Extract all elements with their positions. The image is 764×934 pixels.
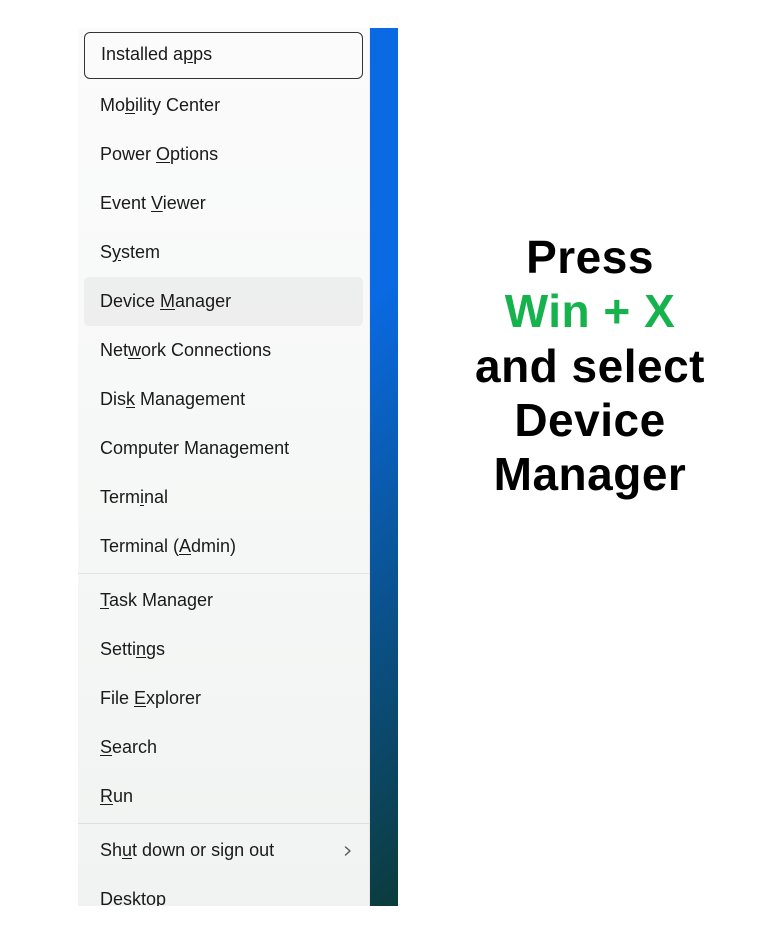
menu-group: Shut down or sign outDesktop (78, 824, 369, 906)
caption-shortcut: Win + X (505, 285, 676, 337)
instruction-caption: Press Win + X and select Device Manager (430, 230, 750, 501)
mnemonic-underline: n (136, 639, 146, 659)
mnemonic-underline: R (100, 786, 113, 806)
menu-item-search[interactable]: Search (78, 723, 369, 772)
desktop-background: Installed appsMobility CenterPower Optio… (78, 28, 398, 906)
mnemonic-underline: p (183, 44, 193, 64)
mnemonic-underline: D (100, 889, 113, 906)
menu-item-power-options[interactable]: Power Options (78, 130, 369, 179)
menu-item-terminal-admin[interactable]: Terminal (Admin) (78, 522, 369, 571)
mnemonic-underline: A (179, 536, 191, 556)
caption-line: and select Device Manager (475, 340, 705, 501)
caption-line: Press (526, 231, 654, 283)
chevron-right-icon (343, 846, 353, 856)
menu-item-device-manager[interactable]: Device Manager (84, 277, 363, 326)
menu-item-settings[interactable]: Settings (78, 625, 369, 674)
menu-item-desktop[interactable]: Desktop (78, 875, 369, 906)
mnemonic-underline: i (140, 487, 144, 507)
mnemonic-underline: k (126, 389, 135, 409)
mnemonic-underline: y (112, 242, 121, 262)
menu-item-run[interactable]: Run (78, 772, 369, 821)
menu-item-shut-down-or-sign-out[interactable]: Shut down or sign out (78, 826, 369, 875)
mnemonic-underline: M (160, 291, 175, 311)
menu-item-network-connections[interactable]: Network Connections (78, 326, 369, 375)
menu-item-terminal[interactable]: Terminal (78, 473, 369, 522)
menu-group: Task ManagerSettingsFile ExplorerSearchR… (78, 574, 369, 824)
mnemonic-underline: w (128, 340, 141, 360)
mnemonic-underline: S (100, 737, 112, 757)
mnemonic-underline: b (125, 95, 135, 115)
menu-group: Installed appsMobility CenterPower Optio… (78, 28, 369, 574)
mnemonic-underline: V (151, 193, 163, 213)
mnemonic-underline: E (134, 688, 146, 708)
winx-power-user-menu[interactable]: Installed appsMobility CenterPower Optio… (78, 28, 370, 906)
menu-item-disk-management[interactable]: Disk Management (78, 375, 369, 424)
menu-item-event-viewer[interactable]: Event Viewer (78, 179, 369, 228)
menu-item-installed-apps[interactable]: Installed apps (84, 32, 363, 79)
menu-item-computer-management[interactable]: Computer Management (78, 424, 369, 473)
mnemonic-underline: T (100, 590, 109, 610)
menu-item-file-explorer[interactable]: File Explorer (78, 674, 369, 723)
mnemonic-underline: g (229, 438, 239, 458)
mnemonic-underline: O (156, 144, 170, 164)
menu-item-mobility-center[interactable]: Mobility Center (78, 81, 369, 130)
mnemonic-underline: u (122, 840, 132, 860)
menu-item-system[interactable]: System (78, 228, 369, 277)
menu-item-task-manager[interactable]: Task Manager (78, 576, 369, 625)
